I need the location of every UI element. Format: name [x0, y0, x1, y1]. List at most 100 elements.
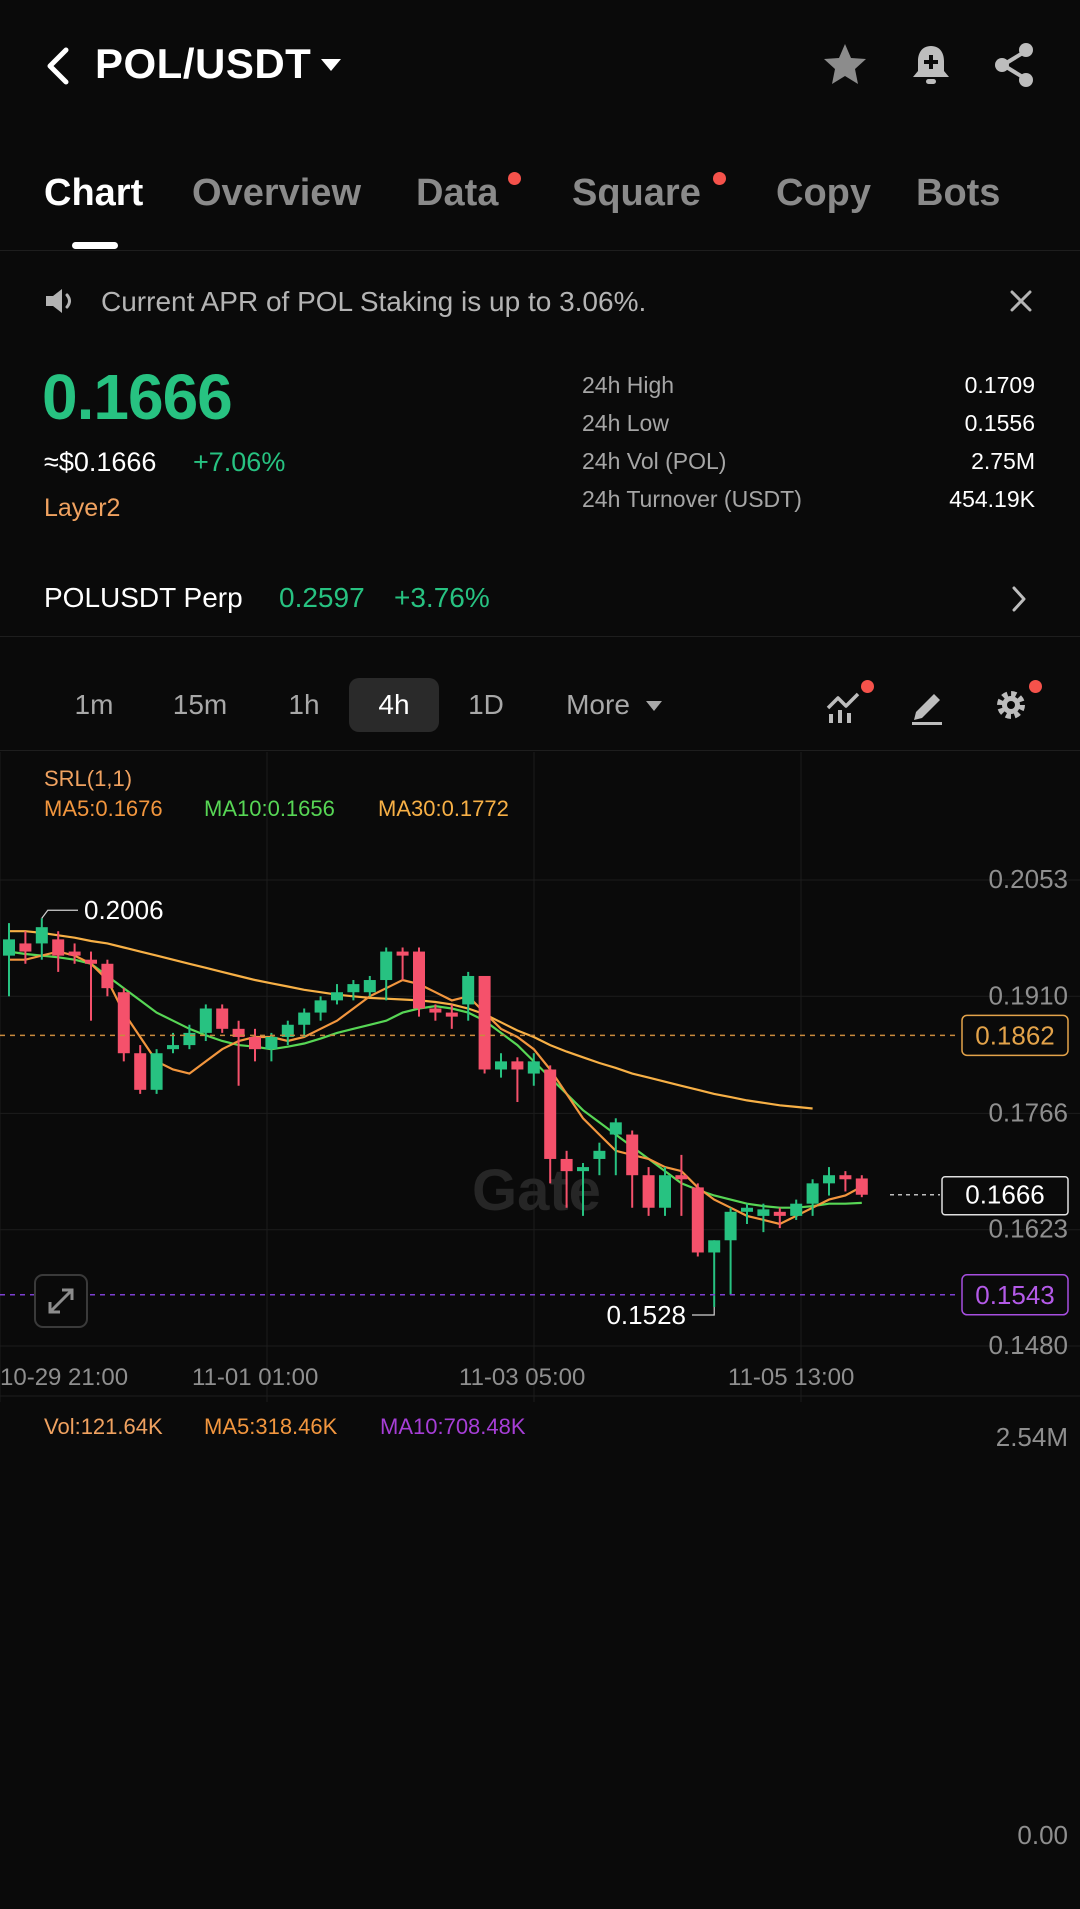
- price-axis-tick-label: 0.1623: [988, 1214, 1068, 1244]
- time-axis-tick-label: 10-29 21:00: [0, 1364, 128, 1391]
- stat-label-24h-low: 24h Low: [582, 410, 669, 436]
- main-tabs: Chart Overview Data Square Copy Bots: [0, 160, 1080, 251]
- price-axis-tick-label: 0.1480: [988, 1330, 1068, 1360]
- candle-up: [790, 1203, 803, 1216]
- candle-down: [544, 1069, 557, 1159]
- candle-up: [823, 1175, 835, 1184]
- interval-selector: 1m 15m 1h 4h 1D More: [0, 660, 1080, 751]
- price-axis-tick-label: 0.1910: [988, 980, 1068, 1010]
- perp-name: POLUSDT Perp: [44, 582, 243, 613]
- announcement-banner[interactable]: Current APR of POL Staking is up to 3.06…: [0, 272, 1080, 332]
- candle-up: [347, 984, 360, 993]
- chart-settings-gear-icon[interactable]: [992, 686, 1030, 724]
- candle-up: [150, 1053, 163, 1090]
- tab-square[interactable]: Square: [572, 172, 701, 215]
- candle-up: [462, 975, 475, 1005]
- tab-data[interactable]: Data: [416, 172, 498, 215]
- stat-value-24h-high: 0.1709: [964, 372, 1035, 398]
- kline-chart[interactable]: SRL(1,1) MA5:0.1676 MA10:0.1656 MA30:0.1…: [0, 752, 1080, 1909]
- price-change-percent: +7.06%: [193, 447, 286, 477]
- stat-value-24h-turnover: 454.19K: [949, 486, 1035, 512]
- candlestick-plot[interactable]: Gate 0.18620.15430.16660.20060.1528 0.20…: [0, 752, 1080, 1909]
- candle-up: [495, 1061, 507, 1070]
- volume-value: Vol:121.64K: [44, 1414, 163, 1439]
- candle-down: [396, 951, 409, 956]
- tab-chart[interactable]: Chart: [44, 172, 143, 215]
- tab-overview[interactable]: Overview: [192, 172, 361, 215]
- stat-label-24h-high: 24h High: [582, 372, 675, 398]
- interval-1d[interactable]: 1D: [442, 678, 530, 732]
- price-axis-tick-label: 0.1766: [988, 1097, 1068, 1127]
- indicators-icon[interactable]: [824, 686, 864, 726]
- chevron-right-icon: [1012, 586, 1026, 612]
- candles: [3, 918, 868, 1307]
- settings-notification-dot: [1029, 680, 1042, 693]
- tab-bots[interactable]: Bots: [916, 172, 1000, 215]
- interval-15m[interactable]: 15m: [156, 678, 244, 732]
- interval-1m[interactable]: 1m: [50, 678, 138, 732]
- fullscreen-expand-icon[interactable]: [34, 1274, 88, 1328]
- candle-up: [527, 1061, 540, 1074]
- draw-pen-icon[interactable]: [908, 686, 946, 726]
- candle-up: [298, 1012, 311, 1025]
- candle-up: [167, 1045, 179, 1050]
- pair-title[interactable]: POL/USDT: [95, 40, 311, 88]
- share-icon[interactable]: [990, 40, 1040, 90]
- candle-up: [35, 927, 48, 944]
- candle-down: [19, 943, 32, 952]
- candle-down: [675, 1175, 688, 1180]
- level-tag-orange-text: 0.1862: [975, 1020, 1055, 1050]
- tab-copy[interactable]: Copy: [776, 172, 871, 215]
- candle-up: [593, 1150, 606, 1159]
- candle-up: [659, 1175, 671, 1208]
- candle-down: [101, 963, 114, 989]
- interval-4h[interactable]: 4h: [349, 678, 439, 732]
- active-tab-indicator: [72, 242, 118, 249]
- back-arrow-icon[interactable]: [40, 44, 80, 88]
- last-price: 0.1666: [42, 361, 233, 433]
- candle-up: [331, 992, 343, 1001]
- speaker-icon: [46, 289, 71, 313]
- candle-down: [560, 1158, 573, 1172]
- announcement-text: Current APR of POL Staking is up to 3.06…: [101, 286, 647, 317]
- candle-down: [511, 1061, 524, 1070]
- perp-contract-row[interactable]: POLUSDT Perp 0.2597 +3.76%: [0, 572, 1080, 637]
- candle-down: [773, 1211, 786, 1216]
- candle-up: [3, 939, 15, 956]
- candle-up: [741, 1207, 753, 1212]
- tab-data-notification-dot: [508, 172, 521, 185]
- candle-down: [855, 1178, 868, 1195]
- candle-down: [429, 1008, 442, 1013]
- candle-down: [839, 1175, 852, 1180]
- stat-label-24h-turnover: 24h Turnover (USDT): [582, 486, 802, 512]
- price-axis-tick-label: 0.2053: [988, 864, 1068, 894]
- favorite-star-icon[interactable]: [820, 40, 870, 90]
- interval-more[interactable]: More: [548, 678, 648, 732]
- interval-1h[interactable]: 1h: [260, 678, 348, 732]
- volume-panel: 2.54M 0.00: [996, 1422, 1068, 1850]
- candle-down: [642, 1175, 655, 1208]
- indicators-notification-dot: [861, 680, 874, 693]
- pair-dropdown-caret-icon[interactable]: [320, 58, 342, 72]
- close-icon[interactable]: [1010, 290, 1032, 312]
- candle-up: [199, 1008, 212, 1033]
- more-caret-icon[interactable]: [645, 700, 663, 712]
- candle-up: [380, 951, 393, 981]
- candle-down: [85, 959, 97, 964]
- time-axis-tick-label: 11-05 13:00: [728, 1364, 854, 1391]
- perp-price: 0.2597: [279, 582, 365, 613]
- candle-down: [249, 1036, 261, 1050]
- stat-value-24h-vol: 2.75M: [971, 448, 1035, 474]
- time-axis-tick-label: 11-03 05:00: [459, 1364, 585, 1391]
- high-marker-line: [41, 909, 78, 919]
- candle-down: [445, 1012, 458, 1017]
- perp-change-percent: +3.76%: [394, 582, 490, 613]
- volume-axis-tick-label: 2.54M: [996, 1422, 1068, 1452]
- price-alert-bell-icon[interactable]: [906, 40, 956, 90]
- usd-equivalent-price: ≈$0.1666: [44, 447, 157, 477]
- candle-up: [806, 1183, 819, 1204]
- candle-up: [757, 1209, 770, 1216]
- tab-square-notification-dot: [713, 172, 726, 185]
- category-tag[interactable]: Layer2: [44, 494, 120, 523]
- high-marker-label: 0.2006: [84, 895, 164, 925]
